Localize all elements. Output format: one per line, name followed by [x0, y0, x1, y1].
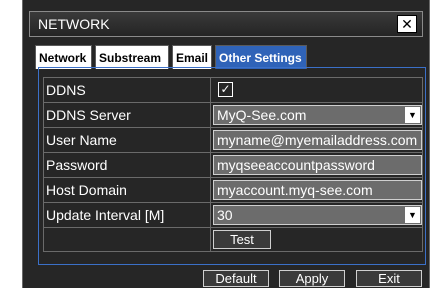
- password-row: Password myqseeaccountpassword: [43, 152, 423, 177]
- password-value-cell: myqseeaccountpassword: [210, 153, 423, 177]
- close-button[interactable]: ✕: [397, 15, 417, 33]
- update-interval-select[interactable]: 30 ▼: [213, 205, 422, 225]
- test-value-cell: Test: [210, 228, 423, 252]
- exit-button[interactable]: Exit: [356, 270, 422, 287]
- password-input[interactable]: myqseeaccountpassword: [213, 155, 422, 175]
- ddns-checkbox[interactable]: ✓: [218, 82, 233, 97]
- ddns-server-value: MyQ-See.com: [217, 107, 307, 123]
- ddns-server-value-cell: MyQ-See.com ▼: [210, 103, 423, 127]
- default-button[interactable]: Default: [203, 270, 269, 287]
- tab-network[interactable]: Network: [35, 45, 92, 69]
- update-interval-label: Update Interval [M]: [43, 203, 210, 227]
- tab-substream[interactable]: Substream: [95, 45, 169, 69]
- test-row: Test: [43, 227, 423, 252]
- apply-button[interactable]: Apply: [279, 270, 345, 287]
- chevron-down-icon[interactable]: ▼: [405, 207, 420, 223]
- ddns-server-label: DDNS Server: [43, 103, 210, 127]
- window-title: NETWORK: [38, 16, 110, 32]
- tab-email[interactable]: Email: [172, 45, 212, 69]
- test-row-label-cell: [43, 228, 210, 252]
- user-name-value-cell: myname@myemailaddress.com: [210, 128, 423, 152]
- chevron-down-icon[interactable]: ▼: [405, 107, 420, 123]
- ddns-value-cell: ✓: [210, 78, 423, 102]
- host-domain-input[interactable]: myaccount.myq-see.com: [213, 180, 422, 200]
- ddns-label: DDNS: [43, 78, 210, 102]
- password-label: Password: [43, 153, 210, 177]
- user-name-input[interactable]: myname@myemailaddress.com: [213, 130, 422, 150]
- ddns-server-select[interactable]: MyQ-See.com ▼: [213, 105, 422, 125]
- host-domain-label: Host Domain: [43, 178, 210, 202]
- tab-other-settings[interactable]: Other Settings: [215, 45, 307, 69]
- host-domain-row: Host Domain myaccount.myq-see.com: [43, 177, 423, 202]
- ddns-row: DDNS ✓: [43, 77, 423, 102]
- close-icon: ✕: [401, 16, 413, 32]
- check-icon: ✓: [220, 82, 231, 96]
- update-interval-row: Update Interval [M] 30 ▼: [43, 202, 423, 227]
- update-interval-value-cell: 30 ▼: [210, 203, 423, 227]
- settings-panel: DDNS ✓ DDNS Server MyQ-See.com ▼ User Na…: [38, 67, 426, 265]
- test-button[interactable]: Test: [213, 230, 271, 249]
- update-interval-value: 30: [217, 207, 233, 223]
- user-name-row: User Name myname@myemailaddress.com: [43, 127, 423, 152]
- title-bar: NETWORK ✕: [29, 11, 423, 37]
- user-name-label: User Name: [43, 128, 210, 152]
- host-domain-value-cell: myaccount.myq-see.com: [210, 178, 423, 202]
- network-window: NETWORK ✕ Network Substream Email Other …: [22, 0, 430, 288]
- ddns-server-row: DDNS Server MyQ-See.com ▼: [43, 102, 423, 127]
